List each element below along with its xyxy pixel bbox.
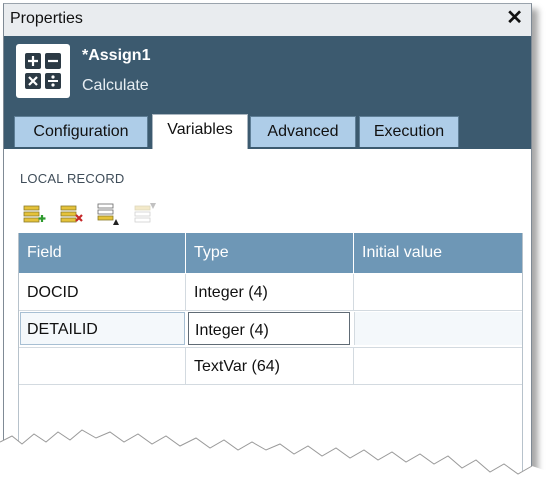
- tab-advanced[interactable]: Advanced: [250, 116, 356, 147]
- tab-execution[interactable]: Execution: [359, 116, 459, 147]
- tab-variables[interactable]: Variables: [152, 114, 248, 149]
- type-cell-focused[interactable]: Integer (4): [188, 312, 350, 345]
- variables-grid: Field Type Initial value DOCID Integer (…: [18, 233, 523, 474]
- title-bar: Properties ✕: [4, 4, 531, 37]
- activity-header: *Assign1 Calculate Configuration Variabl…: [4, 36, 531, 149]
- table-row-selected[interactable]: DETAILID Integer (4): [19, 311, 522, 348]
- type-cell[interactable]: TextVar (64): [186, 348, 354, 384]
- field-cell[interactable]: DOCID: [19, 274, 186, 310]
- calculator-icon: [16, 44, 70, 98]
- column-header-initial-value[interactable]: Initial value: [354, 233, 522, 273]
- section-label: LOCAL RECORD: [20, 171, 125, 186]
- close-icon[interactable]: ✕: [506, 8, 523, 28]
- window-title: Properties: [10, 10, 83, 27]
- grid-header: Field Type Initial value: [19, 233, 522, 273]
- initial-value-cell[interactable]: [354, 348, 522, 384]
- column-header-type[interactable]: Type: [186, 233, 354, 273]
- initial-value-cell[interactable]: [354, 274, 522, 310]
- activity-name: *Assign1: [82, 47, 151, 64]
- field-cell[interactable]: DETAILID: [19, 311, 186, 347]
- column-header-field[interactable]: Field: [19, 233, 186, 273]
- add-field-icon[interactable]: [22, 202, 48, 226]
- tab-configuration[interactable]: Configuration: [14, 116, 148, 147]
- initial-value-cell[interactable]: [354, 312, 522, 345]
- delete-field-icon[interactable]: [59, 202, 85, 226]
- type-cell[interactable]: Integer (4): [186, 274, 354, 310]
- table-row[interactable]: DOCID Integer (4): [19, 274, 522, 311]
- field-cell[interactable]: [19, 348, 186, 384]
- move-down-icon[interactable]: [96, 202, 122, 226]
- activity-type: Calculate: [82, 77, 149, 94]
- properties-panel: Properties ✕ *Assign1 Calculate Configur…: [3, 3, 532, 474]
- table-row[interactable]: TextVar (64): [19, 348, 522, 385]
- variables-content: LOCAL RECORD Field Type Initial value DO…: [4, 149, 531, 474]
- move-up-icon: [133, 202, 159, 226]
